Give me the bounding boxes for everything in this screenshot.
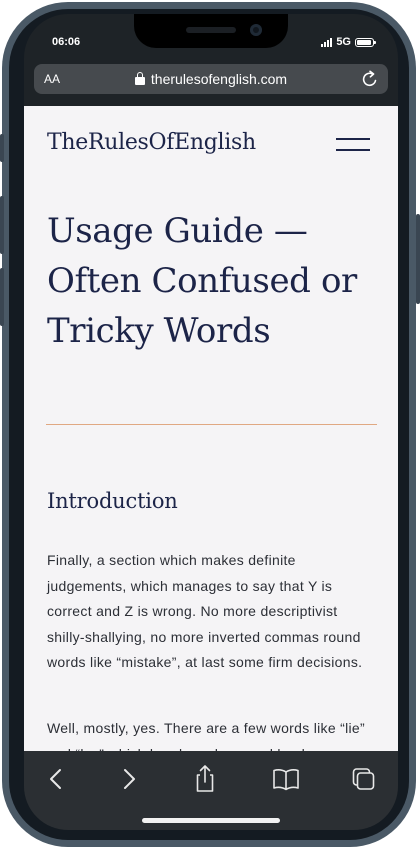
intro-paragraph-2: Well, mostly, yes. There are a few words… — [47, 720, 365, 751]
forward-icon[interactable] — [112, 763, 146, 795]
screen: 06:06 5G AA therulesofenglish.com TheRul… — [24, 14, 398, 830]
status-indicators: 5G — [321, 36, 376, 48]
intro-paragraph-1: Finally, a section which makes definite … — [47, 552, 363, 670]
back-icon[interactable] — [40, 763, 74, 795]
network-label: 5G — [336, 36, 351, 48]
web-page: TheRulesOfEnglish Usage Guide — Often Co… — [24, 106, 398, 751]
share-icon[interactable] — [188, 763, 222, 795]
reload-icon[interactable] — [360, 69, 380, 89]
signal-icon — [321, 37, 333, 47]
page-title: Usage Guide — Often Confused or Tricky W… — [47, 211, 357, 351]
notch — [134, 14, 288, 48]
power-button — [416, 214, 420, 304]
home-indicator[interactable] — [142, 818, 280, 823]
section-divider — [46, 424, 377, 425]
section-heading: Introduction — [47, 489, 178, 513]
lock-icon — [134, 72, 145, 85]
volume-down-button — [0, 268, 4, 326]
bookmarks-icon[interactable] — [269, 763, 303, 795]
hamburger-menu-icon[interactable] — [336, 136, 370, 152]
address-bar[interactable]: AA therulesofenglish.com — [34, 64, 388, 94]
url-field[interactable]: therulesofenglish.com — [34, 71, 388, 87]
silent-switch — [0, 134, 4, 162]
volume-up-button — [0, 196, 4, 254]
url-text: therulesofenglish.com — [150, 71, 288, 87]
status-time: 06:06 — [52, 36, 81, 48]
front-camera — [250, 24, 262, 36]
site-title[interactable]: TheRulesOfEnglish — [47, 130, 256, 155]
battery-icon — [355, 37, 376, 47]
tabs-icon[interactable] — [346, 763, 380, 795]
earpiece-speaker — [186, 27, 236, 33]
